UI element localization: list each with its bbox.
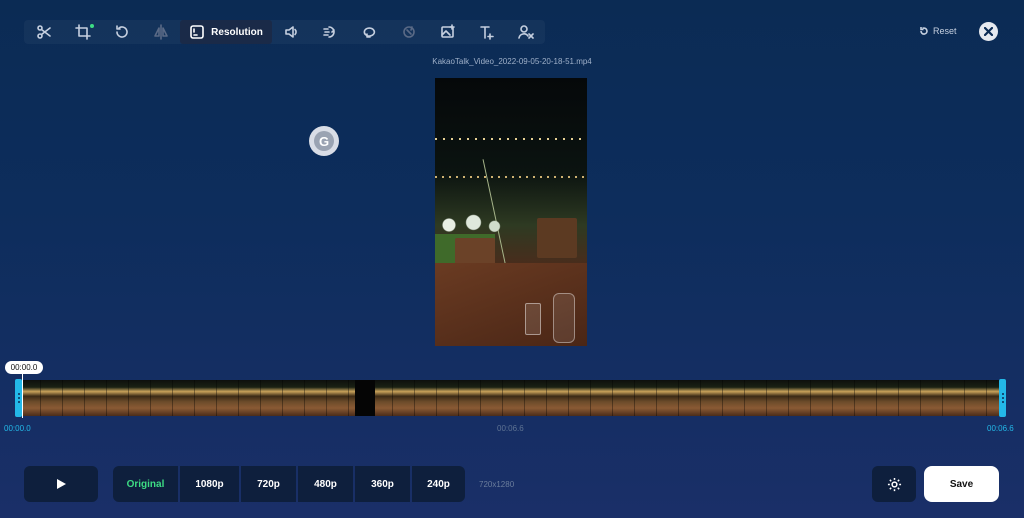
- string-lights: [435, 176, 587, 178]
- resolution-1080p[interactable]: 1080p: [180, 466, 239, 502]
- save-button[interactable]: Save: [924, 466, 999, 502]
- video-preview: [435, 78, 587, 346]
- resolution-tab[interactable]: Resolution: [180, 20, 272, 44]
- playhead[interactable]: [22, 374, 23, 418]
- reset-button[interactable]: Reset: [919, 26, 957, 36]
- start-time: 00:00.0: [4, 424, 31, 433]
- remove-audio-icon[interactable]: [506, 20, 545, 44]
- end-time: 00:06.6: [987, 424, 1014, 433]
- grammarly-icon: G: [314, 131, 334, 151]
- resolution-icon: [190, 25, 204, 39]
- playhead-time: 00:00.0: [5, 361, 43, 374]
- grammarly-badge[interactable]: G: [309, 126, 339, 156]
- crop-icon[interactable]: [63, 20, 102, 44]
- scissors-icon[interactable]: [24, 20, 63, 44]
- resolution-720p[interactable]: 720p: [241, 466, 296, 502]
- undo-icon: [920, 27, 928, 35]
- trim-handle-end[interactable]: [999, 379, 1006, 417]
- add-image-icon[interactable]: [428, 20, 467, 44]
- play-icon: [57, 479, 66, 489]
- trim-handle-start[interactable]: [15, 379, 22, 417]
- loop-icon[interactable]: [350, 20, 389, 44]
- glass: [525, 303, 541, 335]
- flip-icon: [141, 20, 180, 44]
- resolution-240p[interactable]: 240p: [412, 466, 465, 502]
- play-button[interactable]: [24, 466, 98, 502]
- resolution-tab-label: Resolution: [211, 26, 263, 38]
- close-button[interactable]: [979, 22, 998, 41]
- vase: [553, 293, 575, 343]
- resolution-original[interactable]: Original: [113, 466, 178, 502]
- reverse-icon: [389, 20, 428, 44]
- resolution-360p[interactable]: 360p: [355, 466, 410, 502]
- volume-icon[interactable]: [272, 20, 311, 44]
- video-dimensions: 720x1280: [479, 480, 515, 489]
- add-text-icon[interactable]: [467, 20, 506, 44]
- chair: [537, 218, 577, 258]
- reset-label: Reset: [933, 26, 957, 36]
- string-lights: [435, 138, 587, 140]
- editor-toolbar: Resolution: [24, 20, 545, 44]
- file-name: KakaoTalk_Video_2022-09-05-20-18-51.mp4: [432, 57, 592, 66]
- close-icon: [984, 27, 993, 36]
- rotate-icon[interactable]: [102, 20, 141, 44]
- resolution-480p[interactable]: 480p: [298, 466, 353, 502]
- duration-time: 00:06.6: [497, 424, 524, 433]
- settings-button[interactable]: [872, 466, 916, 502]
- resolution-options: Original 1080p 720p 480p 360p 240p: [113, 466, 465, 502]
- modified-indicator: [90, 24, 94, 28]
- timeline-black-frame: [355, 380, 375, 416]
- timeline-strip[interactable]: [18, 380, 1006, 416]
- gear-icon: [887, 477, 901, 491]
- speed-icon[interactable]: [311, 20, 350, 44]
